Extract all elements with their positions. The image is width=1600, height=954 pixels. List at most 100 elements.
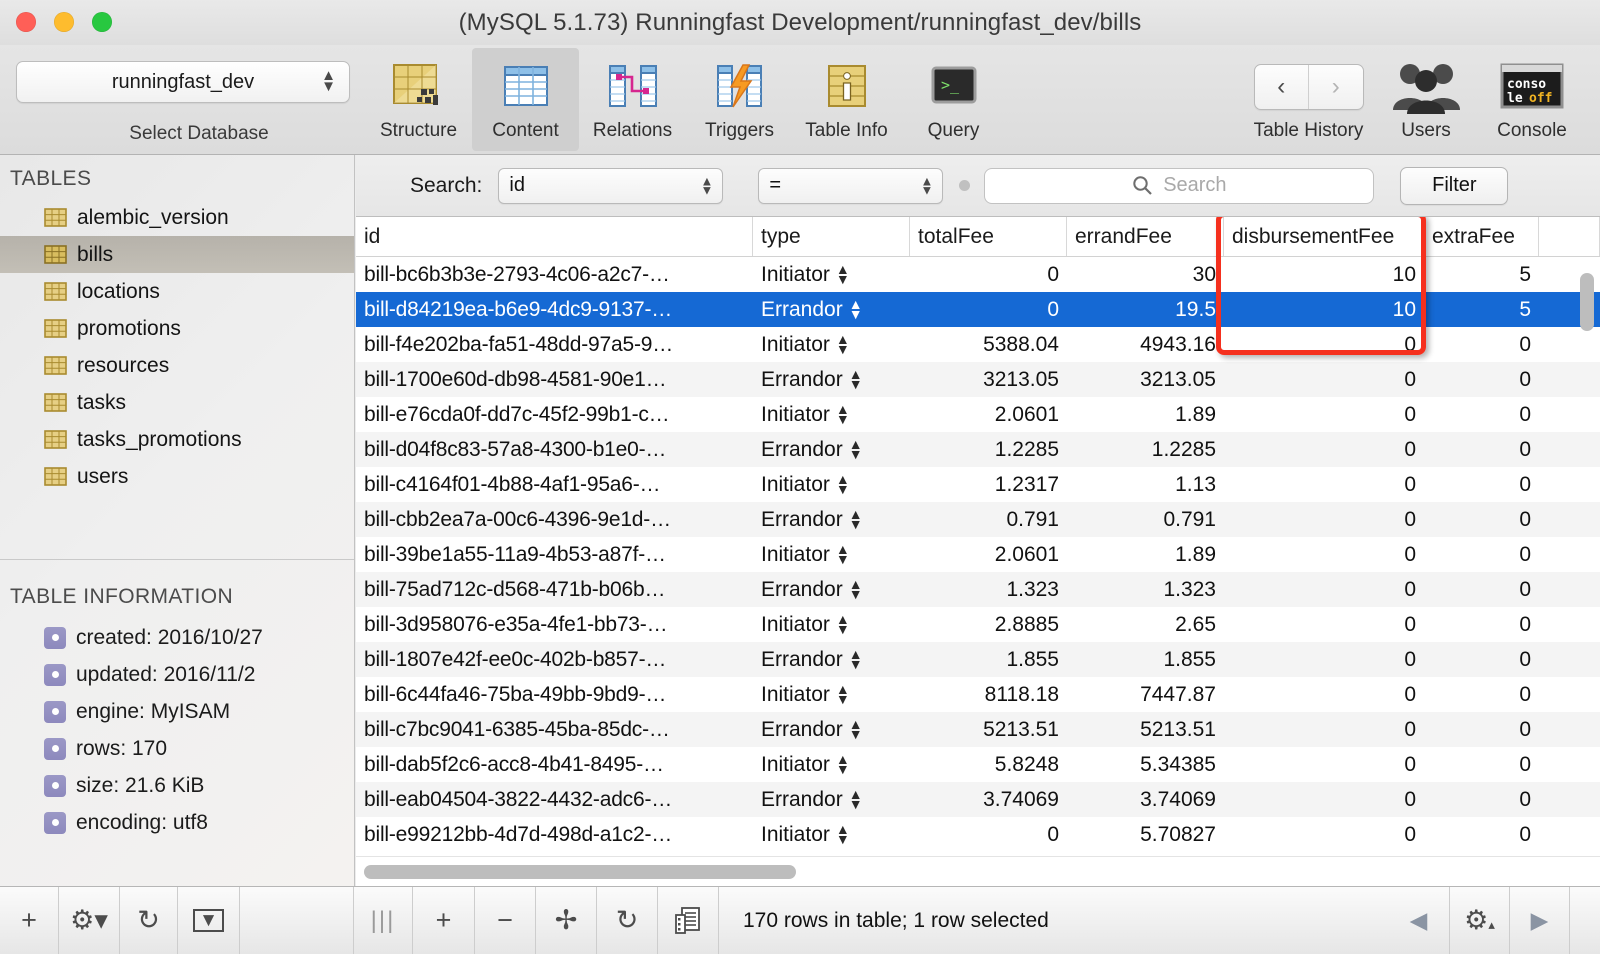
cell-id: bill-1807e42f-ee0c-402b-b857-…	[364, 647, 667, 671]
cell-errandFee: 2.65	[1175, 612, 1216, 636]
grid-vertical-scrollbar[interactable]	[1580, 263, 1594, 883]
chevron-updown-icon[interactable]: ▲ ▼	[849, 788, 863, 811]
table-row[interactable]: bill-cbb2ea7a-00c6-4396-9e1d-… Errandor ▲…	[356, 502, 1600, 537]
table-row[interactable]: bill-d04f8c83-57a8-4300-b1e0-… Errandor ▲…	[356, 432, 1600, 467]
table-row[interactable]: bill-f4e202ba-fa51-48dd-97a5-9… Initiato…	[356, 327, 1600, 362]
view-row-button[interactable]	[658, 887, 719, 954]
table-row[interactable]: bill-c7bc9041-6385-45ba-85dc-… Errandor ▲…	[356, 712, 1600, 747]
column-header-spacer	[1539, 217, 1600, 256]
sidebar-item-users[interactable]: users	[0, 458, 354, 495]
toolbar-tab-content[interactable]: Content	[472, 48, 579, 151]
cell-type: Initiator ▲ ▼	[753, 683, 910, 707]
chevron-updown-icon[interactable]: ▲ ▼	[849, 438, 863, 461]
chevron-updown-icon[interactable]: ▲ ▼	[849, 298, 863, 321]
toolbar-tab-relations[interactable]: Relations	[579, 48, 686, 151]
filter-button[interactable]: Filter	[1400, 166, 1509, 205]
history-forward-icon[interactable]: ›	[1308, 65, 1363, 109]
chevron-updown-icon[interactable]: ▲ ▼	[849, 368, 863, 391]
table-row[interactable]: bill-e99212bb-4d7d-498d-a1c2-… Initiator…	[356, 817, 1600, 852]
search-operator-select[interactable]: = ▲ ▼	[758, 167, 944, 204]
chevron-updown-icon[interactable]: ▲ ▼	[836, 263, 850, 286]
column-header-type[interactable]: type	[753, 217, 910, 256]
chevron-updown-icon[interactable]: ▲ ▼	[849, 648, 863, 671]
column-header-disbursementFee[interactable]: disbursementFee	[1224, 217, 1424, 256]
toolbar-tab-triggers[interactable]: Triggers	[686, 48, 793, 151]
toolbar-tab-table-info[interactable]: Table Info	[793, 48, 900, 151]
chevron-updown-icon[interactable]: ▲ ▼	[836, 333, 850, 356]
status-text: 170 rows in table; 1 row selected	[743, 908, 1049, 932]
table-row[interactable]: bill-1807e42f-ee0c-402b-b857-… Errandor ▲…	[356, 642, 1600, 677]
add-table-button[interactable]: +	[0, 887, 59, 954]
chevron-updown-icon[interactable]: ▲ ▼	[836, 473, 850, 496]
zoom-button[interactable]	[92, 12, 112, 32]
next-page-button[interactable]: ▶	[1510, 887, 1570, 954]
close-button[interactable]	[16, 12, 36, 32]
cell-totalFee: 1.2317	[994, 472, 1059, 496]
table-row[interactable]: bill-d84219ea-b6e9-4dc9-9137-… Errandor ▲…	[356, 292, 1600, 327]
filter-button-label: Filter	[1432, 174, 1477, 196]
prev-page-button[interactable]: ◀	[1388, 887, 1450, 954]
sidebar-item-alembic_version[interactable]: alembic_version	[0, 199, 354, 236]
sidebar-item-promotions[interactable]: promotions	[0, 310, 354, 347]
cell-errandFee: 1.855	[1163, 647, 1216, 671]
toolbar-tab-query[interactable]: >_ Query	[900, 48, 1007, 151]
table-row[interactable]: bill-e76cda0f-dd7c-45f2-99b1-c… Initiato…	[356, 397, 1600, 432]
table-row[interactable]: bill-bc6b3b3e-2793-4c06-a2c7-… Initiator…	[356, 257, 1600, 292]
page-gear-button[interactable]: ⚙▴	[1450, 887, 1510, 954]
delete-row-button[interactable]: −	[475, 887, 536, 954]
cell-id: bill-bc6b3b3e-2793-4c06-a2c7-…	[364, 262, 670, 286]
chevron-updown-icon[interactable]: ▲ ▼	[849, 718, 863, 741]
database-select[interactable]: runningfast_dev ▲ ▼	[16, 61, 350, 103]
table-row[interactable]: bill-6c44fa46-75ba-49bb-9bd9-… Initiator…	[356, 677, 1600, 712]
chevron-updown-icon[interactable]: ▲ ▼	[836, 823, 850, 846]
duplicate-row-button[interactable]: ✢	[536, 887, 597, 954]
toolbar-table-history[interactable]: ‹ › Table History	[1241, 48, 1376, 151]
sidebar-item-resources[interactable]: resources	[0, 347, 354, 384]
cell-type-value: Errandor	[761, 297, 843, 321]
table-row[interactable]: bill-1700e60d-db98-4581-90e1… Errandor ▲ ▼…	[356, 362, 1600, 397]
chevron-updown-icon[interactable]: ▲ ▼	[836, 753, 850, 776]
table-row[interactable]: bill-75ad712c-d568-471b-b06b… Errandor ▲ ▼…	[356, 572, 1600, 607]
column-resize-handle[interactable]: |||	[354, 887, 413, 954]
cell-disbursementFee: 0	[1404, 437, 1416, 461]
table-row[interactable]: bill-3d958076-e35a-4fe1-bb73-… Initiator…	[356, 607, 1600, 642]
cell-errandFee: 5213.51	[1140, 717, 1216, 741]
grid-horizontal-scrollbar[interactable]	[356, 856, 1600, 886]
sidebar-item-tasks_promotions[interactable]: tasks_promotions	[0, 421, 354, 458]
toolbar-console[interactable]: conso le off Console	[1476, 48, 1588, 151]
table-gear-button[interactable]: ⚙▾	[59, 887, 120, 954]
sidebar-item-tasks[interactable]: tasks	[0, 384, 354, 421]
chevron-updown-icon[interactable]: ▲ ▼	[836, 543, 850, 566]
column-header-totalFee[interactable]: totalFee	[910, 217, 1067, 256]
toolbar-tab-relations-label: Relations	[592, 120, 673, 141]
column-header-id[interactable]: id	[356, 217, 753, 256]
table-row[interactable]: bill-dab5f2c6-acc8-4b41-8495-… Initiator…	[356, 747, 1600, 782]
table-gear-icon: ⚙▾	[70, 905, 108, 935]
table-row[interactable]: bill-39be1a55-11a9-4b53-a87f-… Initiator…	[356, 537, 1600, 572]
chevron-updown-icon[interactable]: ▲ ▼	[836, 613, 850, 636]
grid-vertical-scrollbar-thumb[interactable]	[1580, 273, 1594, 331]
minimize-button[interactable]	[54, 12, 74, 32]
cell-disbursementFee: 10	[1392, 262, 1416, 286]
table-row[interactable]: bill-c4164f01-4b88-4af1-95a6-… Initiator…	[356, 467, 1600, 502]
refresh-tables-button[interactable]: ↻	[120, 887, 178, 954]
add-row-button[interactable]: +	[413, 887, 475, 954]
chevron-updown-icon[interactable]: ▲ ▼	[836, 683, 850, 706]
column-header-extraFee[interactable]: extraFee	[1424, 217, 1539, 256]
toolbar-users[interactable]: Users	[1376, 48, 1476, 151]
grid-horizontal-scrollbar-thumb[interactable]	[364, 865, 796, 879]
refresh-rows-button[interactable]: ↻	[597, 887, 658, 954]
chevron-updown-icon[interactable]: ▲ ▼	[849, 508, 863, 531]
toolbar-tab-query-label: Query	[927, 120, 980, 141]
sidebar-item-bills[interactable]: bills	[0, 236, 354, 273]
column-header-errandFee[interactable]: errandFee	[1067, 217, 1224, 256]
table-row[interactable]: bill-eab04504-3822-4432-adc6-… Errandor ▲…	[356, 782, 1600, 817]
chevron-updown-icon[interactable]: ▲ ▼	[849, 578, 863, 601]
chevron-updown-icon[interactable]: ▲ ▼	[836, 403, 850, 426]
filter-tables-button[interactable]: ▼	[178, 887, 240, 954]
history-back-icon[interactable]: ‹	[1255, 65, 1309, 109]
search-field-select[interactable]: id ▲ ▼	[498, 167, 724, 204]
toolbar-tab-structure[interactable]: Structure	[365, 48, 472, 151]
search-input-wrapper[interactable]: Search	[984, 167, 1375, 204]
sidebar-item-locations[interactable]: locations	[0, 273, 354, 310]
